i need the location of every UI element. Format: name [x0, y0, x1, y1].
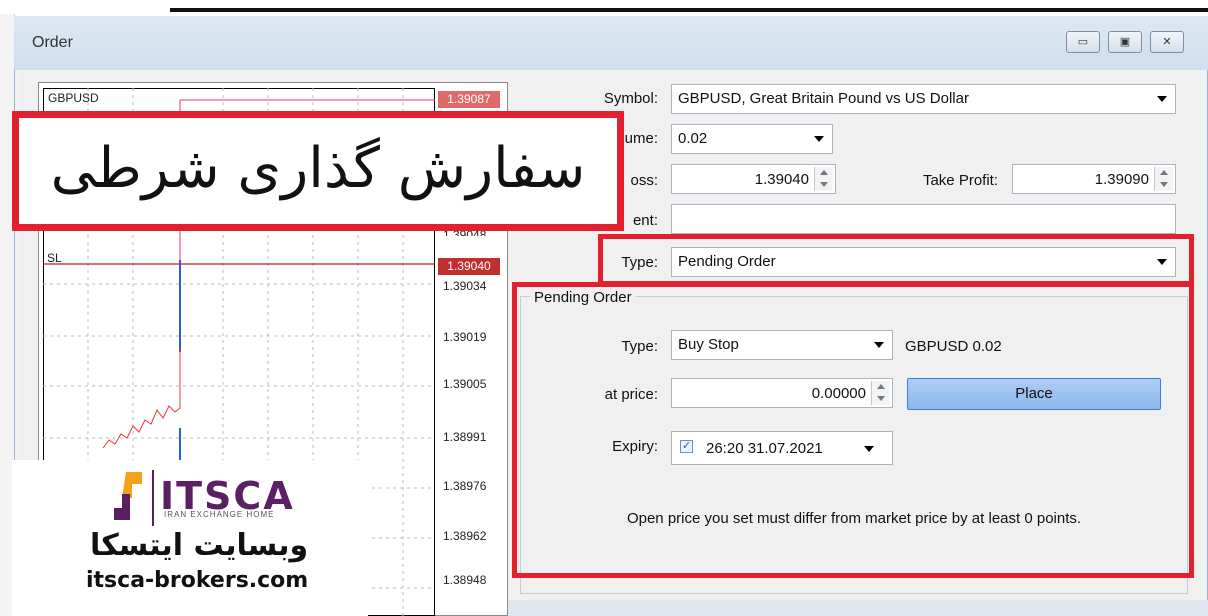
place-button[interactable]: Place: [907, 378, 1161, 410]
chart-sl-label: SL: [47, 251, 62, 265]
minimize-button[interactable]: ▭: [1066, 31, 1100, 53]
price-axis-label: 1.38991: [443, 430, 487, 444]
comment-input[interactable]: [671, 204, 1176, 234]
type-label: Type:: [621, 254, 658, 271]
chevron-down-icon: [874, 342, 884, 348]
background-chart-line: [170, 8, 1208, 12]
price-axis-label: 1.39019: [443, 330, 487, 344]
at-price-value: 0.00000: [811, 385, 866, 402]
pending-type-label: Type:: [621, 338, 658, 355]
spin-down-icon: [820, 182, 828, 187]
at-price-input[interactable]: 0.00000: [671, 378, 893, 408]
at-price-spinner[interactable]: [871, 381, 890, 405]
volume-select[interactable]: 0.02: [671, 124, 833, 154]
order-type-value: Pending Order: [678, 253, 776, 270]
symbol-select-value: GBPUSD, Great Britain Pound vs US Dollar: [678, 90, 969, 107]
price-axis-label: 1.39034: [443, 279, 487, 293]
pending-type-select[interactable]: Buy Stop: [671, 330, 893, 360]
symbol-label: Symbol:: [603, 90, 658, 107]
overlay-heading: سفارش گذاری شرطی: [12, 111, 624, 231]
chevron-down-icon: [864, 446, 874, 452]
pending-note: Open price you set must differ from mark…: [626, 510, 1082, 527]
bid-line: [102, 348, 181, 449]
stoploss-value: 1.39040: [754, 171, 809, 188]
price-axis-label: 1.38976: [443, 479, 487, 493]
spin-up-icon: [877, 384, 885, 389]
maximize-button[interactable]: ▣: [1108, 31, 1142, 53]
chevron-down-icon: [814, 136, 824, 142]
logo-tagline: IRAN EXCHANGE HOME: [164, 510, 275, 519]
stoploss-input[interactable]: 1.39040: [671, 164, 836, 194]
logo-divider: [152, 470, 154, 526]
spin-down-icon: [877, 396, 885, 401]
expiry-picker[interactable]: ✓ 26:20 31.07.2021: [671, 431, 893, 465]
order-type-select[interactable]: Pending Order: [671, 247, 1176, 277]
dialog-bottom-bar: [508, 600, 1208, 616]
tp-price-tag: 1.39087: [438, 91, 500, 108]
expiry-label: Expiry:: [612, 438, 658, 455]
price-axis-label: 1.38948: [443, 573, 487, 587]
takeprofit-input[interactable]: 1.39090: [1012, 164, 1176, 194]
symbol-select[interactable]: GBPUSD, Great Britain Pound vs US Dollar: [671, 84, 1176, 114]
site-url: itsca-brokers.com: [86, 568, 309, 593]
title-bar[interactable]: [14, 16, 1208, 70]
spin-up-icon: [820, 170, 828, 175]
pending-highlight-box: [512, 282, 1194, 578]
volume-select-value: 0.02: [678, 130, 708, 147]
chart-symbol-label: GBPUSD: [48, 91, 99, 105]
pending-type-value: Buy Stop: [678, 336, 739, 353]
stoploss-spinner[interactable]: [814, 167, 833, 191]
expiry-value: 26:20 31.07.2021: [706, 440, 823, 457]
takeprofit-label: Take Profit:: [922, 172, 998, 189]
takeprofit-spinner[interactable]: [1154, 167, 1173, 191]
spin-down-icon: [1160, 182, 1168, 187]
site-name: وبسایت ایتسکا: [90, 528, 309, 563]
close-button[interactable]: ✕: [1150, 31, 1184, 53]
chevron-down-icon: [1157, 96, 1167, 102]
spin-up-icon: [1160, 170, 1168, 175]
price-axis-label: 1.38962: [443, 529, 487, 543]
price-axis-label: 1.39005: [443, 377, 487, 391]
takeprofit-value: 1.39090: [1094, 171, 1149, 188]
pending-symbol-volume: GBPUSD 0.02: [905, 338, 1002, 355]
sl-price-tag: 1.39040: [438, 258, 500, 275]
expiry-checkbox[interactable]: ✓: [680, 440, 693, 453]
chevron-down-icon: [1157, 259, 1167, 265]
window-title: Order: [32, 34, 73, 51]
at-price-label: at price:: [604, 386, 658, 403]
itsca-logo-icon: [114, 472, 142, 520]
